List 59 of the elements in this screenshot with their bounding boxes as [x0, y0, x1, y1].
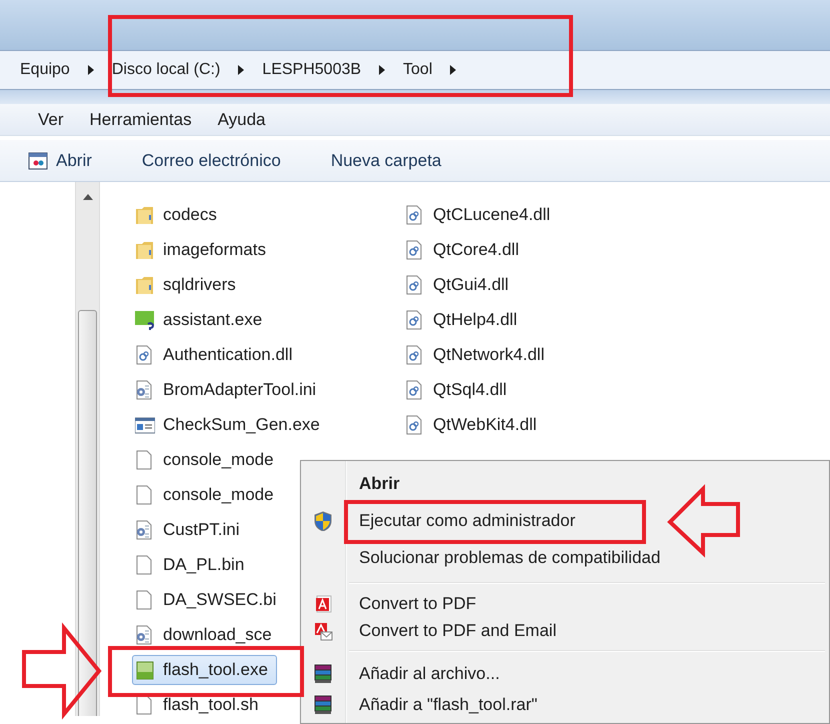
file-item[interactable]: download_sce — [132, 620, 281, 650]
breadcrumb-arrow-icon[interactable] — [450, 65, 456, 75]
pdf-icon — [313, 594, 333, 614]
menu-item[interactable]: Convert to PDF — [301, 590, 829, 617]
file-item[interactable]: codecs — [132, 200, 226, 230]
breadcrumb-item[interactable]: Equipo — [18, 58, 72, 82]
scroll-thumb[interactable] — [78, 310, 97, 716]
scrollbar[interactable] — [75, 182, 100, 716]
breadcrumb-arrow-icon[interactable] — [238, 65, 244, 75]
menu-item[interactable]: Ayuda — [218, 106, 266, 132]
archive-icon — [313, 664, 333, 684]
file-item[interactable]: console_mode — [132, 480, 283, 510]
file-item[interactable]: CheckSum_Gen.exe — [132, 410, 329, 440]
breadcrumb-item[interactable]: Tool — [401, 58, 434, 82]
file-item[interactable]: QtCLucene4.dll — [402, 200, 560, 230]
menu-item[interactable]: Ver — [38, 106, 64, 132]
file-item[interactable]: flash_tool.exe — [132, 654, 277, 684]
shield-icon — [313, 510, 333, 530]
breadcrumb-arrow-icon[interactable] — [88, 65, 94, 75]
file-item[interactable]: DA_PL.bin — [132, 550, 254, 580]
menu-item[interactable]: Herramientas — [90, 106, 192, 132]
folder-icon — [135, 204, 155, 224]
menu-item[interactable]: Ejecutar como administrador — [301, 502, 829, 539]
menu-item[interactable]: Abrir — [301, 465, 829, 502]
app-icon — [135, 660, 155, 680]
file-item[interactable]: QtHelp4.dll — [402, 304, 526, 334]
breadcrumb-item[interactable]: LESPH5003B — [260, 58, 364, 82]
pdf-mail-icon — [313, 620, 333, 640]
folder-icon — [135, 274, 155, 294]
file-item[interactable]: QtCore4.dll — [402, 234, 528, 264]
file-item[interactable]: QtNetwork4.dll — [402, 340, 554, 370]
file-item[interactable]: QtGui4.dll — [402, 270, 518, 300]
breadcrumb-item[interactable]: Disco local (C:) — [110, 58, 222, 82]
file-item[interactable]: imageformats — [132, 234, 275, 264]
window-icon — [135, 414, 155, 434]
menu-item[interactable]: Añadir a "flash_tool.rar" — [301, 689, 829, 720]
file-item[interactable]: Authentication.dll — [132, 340, 302, 370]
toolbar-button[interactable]: Abrir — [28, 148, 92, 174]
window-icon — [28, 150, 48, 170]
address-bar[interactable]: Equipo Disco local (C:) LESPH5003B Tool — [0, 50, 830, 90]
file-item[interactable]: sqldrivers — [132, 270, 245, 300]
scroll-up-icon[interactable] — [82, 194, 92, 200]
menu-item[interactable]: Añadir al archivo... — [301, 658, 829, 689]
menu-item[interactable]: Convert to PDF and Email — [301, 617, 829, 644]
file-item[interactable]: console_mode — [132, 444, 283, 474]
file-item[interactable]: assistant.exe — [132, 304, 272, 334]
file-item[interactable]: flash_tool.sh — [132, 690, 268, 716]
app-icon — [135, 310, 155, 330]
file-item[interactable]: QtWebKit4.dll — [402, 410, 546, 440]
toolbar-button[interactable]: Nueva carpeta — [330, 148, 442, 174]
file-item[interactable]: QtSql4.dll — [402, 374, 516, 404]
folder-icon — [135, 240, 155, 260]
menu-item[interactable]: Solucionar problemas de compatibilidad — [301, 539, 829, 576]
breadcrumb-arrow-icon[interactable] — [379, 65, 386, 75]
file-item[interactable]: CustPT.ini — [132, 514, 249, 544]
archive-icon — [313, 694, 333, 714]
file-item[interactable]: BromAdapterTool.ini — [132, 374, 326, 404]
toolbar-button[interactable]: Correo electrónico — [142, 148, 281, 174]
file-item[interactable]: DA_SWSEC.bi — [132, 584, 286, 614]
